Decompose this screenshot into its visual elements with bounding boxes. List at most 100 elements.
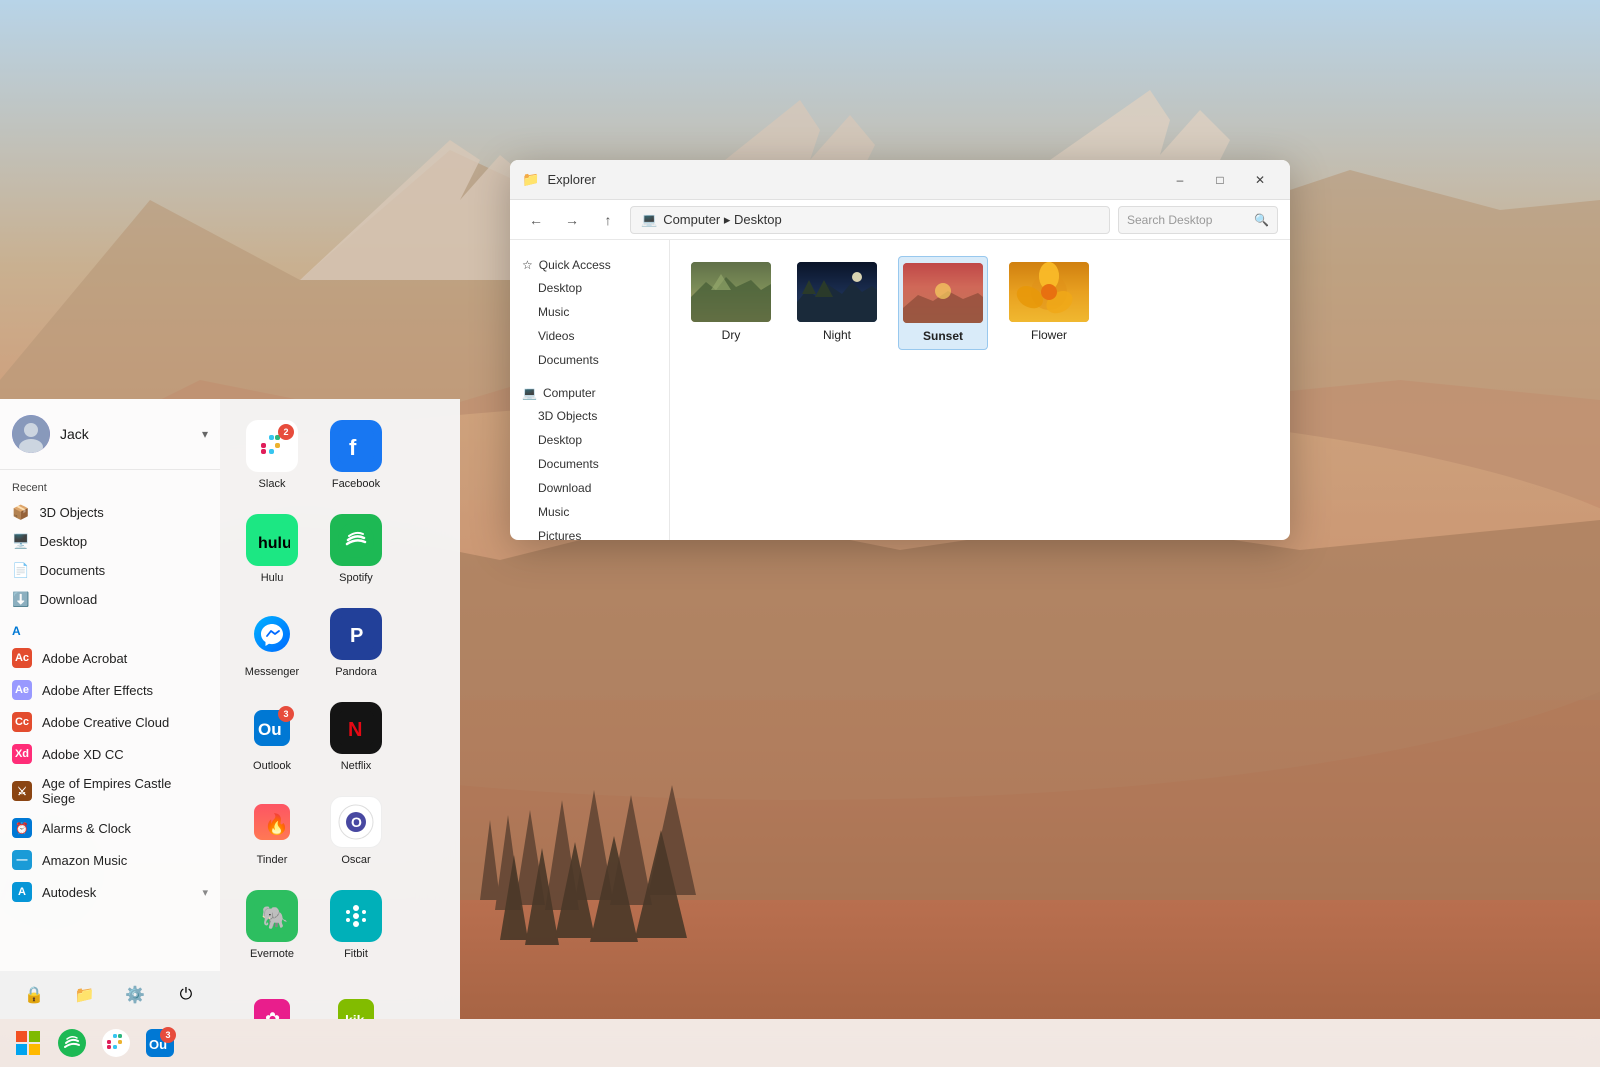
explorer-window: 📁 Explorer – □ ✕ ← → ↑ 💻 Computer ▸ Desk… bbox=[510, 160, 1290, 540]
sidebar-item-videos[interactable]: Videos bbox=[510, 324, 669, 348]
pinned-app-pink[interactable]: ✿ bbox=[232, 975, 312, 1019]
user-name: Jack bbox=[60, 426, 192, 442]
svg-text:P: P bbox=[350, 625, 363, 647]
file-dry[interactable]: Dry bbox=[686, 256, 776, 350]
fitbit-label: Fitbit bbox=[344, 948, 368, 961]
sidebar-item-desktop[interactable]: Desktop bbox=[510, 276, 669, 300]
settings-button[interactable]: ⚙️ bbox=[117, 977, 153, 1013]
pinned-evernote[interactable]: 🐘 Evernote bbox=[232, 881, 312, 971]
file-night[interactable]: Night bbox=[792, 256, 882, 350]
folder-icon: 📦 bbox=[12, 504, 29, 521]
file-flower[interactable]: Flower bbox=[1004, 256, 1094, 350]
computer-header: 💻 Computer bbox=[510, 380, 669, 404]
app-adobe-acrobat[interactable]: Ac Adobe Acrobat bbox=[0, 642, 220, 674]
netflix-icon: N bbox=[330, 702, 382, 754]
explorer-titlebar: 📁 Explorer – □ ✕ bbox=[510, 160, 1290, 200]
back-button[interactable]: ← bbox=[522, 206, 550, 234]
taskbar: Ou 3 bbox=[0, 1019, 1600, 1067]
outlook-label: Outlook bbox=[253, 760, 291, 773]
file-sunset[interactable]: Sunset bbox=[898, 256, 988, 350]
pink-app-icon: ✿ bbox=[246, 991, 298, 1019]
start-button[interactable] bbox=[8, 1023, 48, 1063]
lock-button[interactable]: 🔒 bbox=[16, 977, 52, 1013]
pinned-facebook[interactable]: f Facebook bbox=[316, 411, 396, 501]
sidebar-item-music2[interactable]: Music bbox=[510, 500, 669, 524]
svg-text:✿: ✿ bbox=[265, 1009, 280, 1019]
slack-icon: 2 bbox=[246, 420, 298, 472]
explorer-main: Dry Night bbox=[670, 240, 1290, 540]
recent-item-3dobjects[interactable]: 📦 3D Objects bbox=[0, 498, 220, 527]
pinned-oscar[interactable]: O Oscar bbox=[316, 787, 396, 877]
start-user[interactable]: Jack ▾ bbox=[0, 399, 220, 470]
app-alarms-clock[interactable]: ⏰ Alarms & Clock bbox=[0, 812, 220, 844]
start-menu: Jack ▾ Recent 📦 3D Objects 🖥️ Desktop 📄 … bbox=[0, 399, 460, 1019]
app-adobe-after-effects[interactable]: Ae Adobe After Effects bbox=[0, 674, 220, 706]
file-label-sunset: Sunset bbox=[923, 329, 963, 343]
pinned-outlook[interactable]: Ou 3 Outlook bbox=[232, 693, 312, 783]
taskbar-slack[interactable] bbox=[96, 1023, 136, 1063]
up-button[interactable]: ↑ bbox=[594, 206, 622, 234]
app-adobe-xd[interactable]: Xd Adobe XD CC bbox=[0, 738, 220, 770]
taskbar-outlook[interactable]: Ou 3 bbox=[140, 1023, 180, 1063]
sidebar-item-pictures[interactable]: Pictures bbox=[510, 524, 669, 540]
recent-item-desktop[interactable]: 🖥️ Desktop bbox=[0, 527, 220, 556]
address-icon: 💻 bbox=[641, 212, 657, 228]
minimize-button[interactable]: – bbox=[1162, 166, 1198, 194]
maximize-button[interactable]: □ bbox=[1202, 166, 1238, 194]
messenger-label: Messenger bbox=[245, 666, 299, 679]
recent-item-documents[interactable]: 📄 Documents bbox=[0, 556, 220, 585]
slack-badge: 2 bbox=[278, 424, 294, 440]
explorer-body: ☆ Quick Access Desktop Music Videos Docu… bbox=[510, 240, 1290, 540]
outlook-icon: Ou 3 bbox=[246, 702, 298, 754]
search-box[interactable]: Search Desktop 🔍 bbox=[1118, 206, 1278, 234]
pinned-kik[interactable]: kik bbox=[316, 975, 396, 1019]
svg-text:🐘: 🐘 bbox=[261, 905, 288, 930]
close-button[interactable]: ✕ bbox=[1242, 166, 1278, 194]
evernote-label: Evernote bbox=[250, 948, 294, 961]
sidebar-item-music[interactable]: Music bbox=[510, 300, 669, 324]
svg-text:hulu: hulu bbox=[258, 535, 290, 552]
letter-a: A bbox=[0, 614, 220, 642]
pinned-netflix[interactable]: N Netflix bbox=[316, 693, 396, 783]
file-explorer-button[interactable]: 📁 bbox=[67, 977, 103, 1013]
facebook-icon: f bbox=[330, 420, 382, 472]
adobe-xd-icon: Xd bbox=[12, 744, 32, 764]
sidebar-item-download[interactable]: Download bbox=[510, 476, 669, 500]
evernote-icon: 🐘 bbox=[246, 890, 298, 942]
app-adobe-cc[interactable]: Cc Adobe Creative Cloud bbox=[0, 706, 220, 738]
kik-icon: kik bbox=[330, 991, 382, 1019]
svg-text:f: f bbox=[349, 435, 357, 460]
search-icon: 🔍 bbox=[1254, 213, 1269, 227]
taskbar-spotify[interactable] bbox=[52, 1023, 92, 1063]
pinned-messenger[interactable]: Messenger bbox=[232, 599, 312, 689]
hulu-label: Hulu bbox=[261, 572, 284, 585]
sidebar-item-3dobjects[interactable]: 3D Objects bbox=[510, 404, 669, 428]
sidebar-item-documents[interactable]: Documents bbox=[510, 348, 669, 372]
pinned-tinder[interactable]: 🔥 Tinder bbox=[232, 787, 312, 877]
file-label-dry: Dry bbox=[722, 328, 741, 342]
fitbit-icon bbox=[330, 890, 382, 942]
address-bar[interactable]: 💻 Computer ▸ Desktop bbox=[630, 206, 1110, 234]
pinned-slack[interactable]: 2 Slack bbox=[232, 411, 312, 501]
app-age-of-empires[interactable]: ⚔ Age of Empires Castle Siege bbox=[0, 770, 220, 812]
explorer-title: Explorer bbox=[547, 172, 1154, 187]
svg-text:N: N bbox=[348, 719, 362, 741]
computer-label: Computer bbox=[543, 386, 596, 400]
pinned-pandora[interactable]: P Pandora bbox=[316, 599, 396, 689]
pinned-hulu[interactable]: hulu Hulu bbox=[232, 505, 312, 595]
app-autodesk[interactable]: A Autodesk ▾ bbox=[0, 876, 220, 908]
outlook-pinned-badge: 3 bbox=[278, 706, 294, 722]
power-button[interactable]: ⏻ bbox=[168, 977, 204, 1013]
user-avatar bbox=[12, 415, 50, 453]
sidebar-item-documents2[interactable]: Documents bbox=[510, 452, 669, 476]
pinned-spotify[interactable]: Spotify bbox=[316, 505, 396, 595]
sidebar-item-desktop2[interactable]: Desktop bbox=[510, 428, 669, 452]
forward-button[interactable]: → bbox=[558, 206, 586, 234]
app-amazon-music[interactable]: — Amazon Music bbox=[0, 844, 220, 876]
quick-access-label: Quick Access bbox=[539, 258, 611, 272]
recent-item-download[interactable]: ⬇️ Download bbox=[0, 585, 220, 614]
recent-label: Recent bbox=[0, 470, 220, 498]
folder-icon: 🖥️ bbox=[12, 533, 29, 550]
oscar-label: Oscar bbox=[341, 854, 370, 867]
pinned-fitbit[interactable]: Fitbit bbox=[316, 881, 396, 971]
